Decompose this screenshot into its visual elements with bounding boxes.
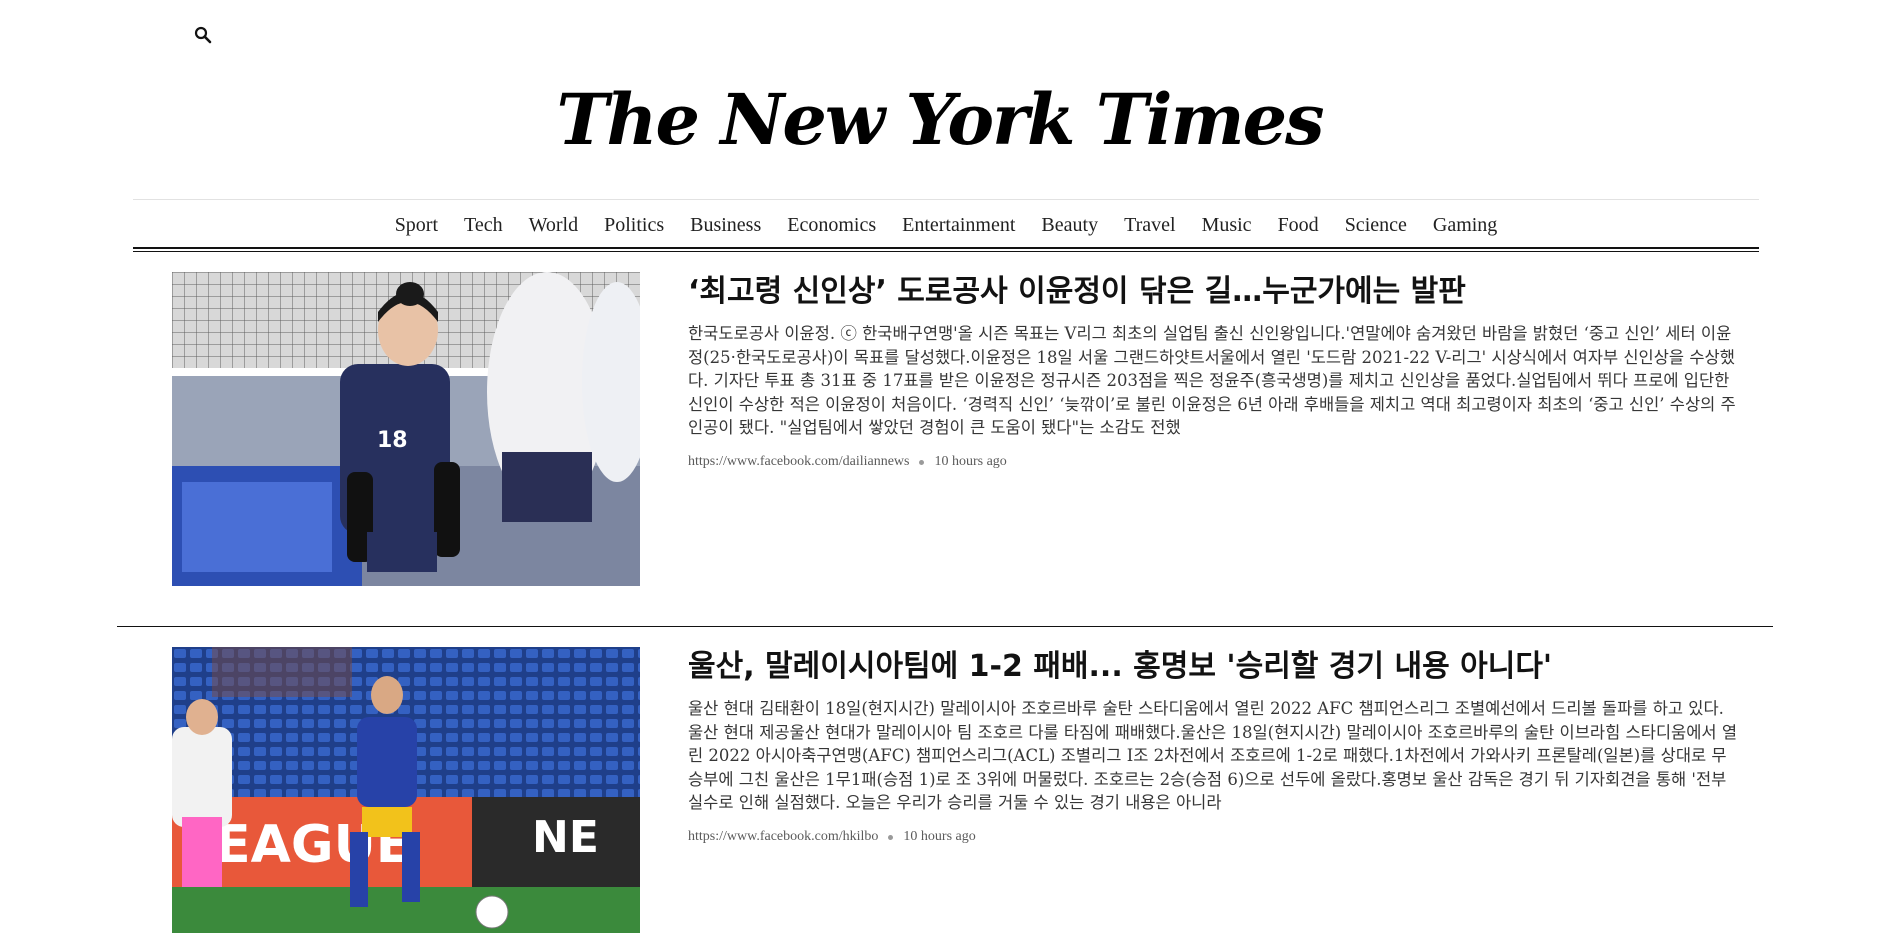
article-headline[interactable]: ‘최고령 신인상’ 도로공사 이윤정이 닦은 길…누군가에는 발판 xyxy=(688,272,1738,312)
article-meta: https://www.facebook.com/hkilbo 10 hours… xyxy=(688,829,976,845)
nav-item-food[interactable]: Food xyxy=(1265,212,1332,238)
search-icon xyxy=(194,26,212,44)
nav-item-economics[interactable]: Economics xyxy=(774,212,889,238)
search-button[interactable] xyxy=(190,22,216,48)
article-headline[interactable]: 울산, 말레이시아팀에 1-2 패배... 홍명보 '승리할 경기 내용 아니다… xyxy=(688,647,1738,687)
svg-text:NE: NE xyxy=(532,812,599,863)
volleyball-player-photo: 18 xyxy=(172,272,640,586)
article-source-link[interactable]: https://www.facebook.com/dailiannews xyxy=(688,454,909,470)
soccer-player-photo: LEAGUE NE xyxy=(172,647,640,933)
nav-double-rule xyxy=(133,247,1759,252)
article-timestamp: 10 hours ago xyxy=(934,454,1007,469)
section-nav: Sport Tech World Politics Business Econo… xyxy=(133,212,1759,238)
nav-item-business[interactable]: Business xyxy=(677,212,774,238)
nav-item-music[interactable]: Music xyxy=(1189,212,1265,238)
nav-item-beauty[interactable]: Beauty xyxy=(1028,212,1111,238)
separator-dot xyxy=(919,459,925,465)
article-summary: 한국도로공사 이윤정. ⓒ 한국배구연맹'올 시즌 목표는 V리그 최초의 실업… xyxy=(688,324,1736,437)
article-source-link[interactable]: https://www.facebook.com/hkilbo xyxy=(688,829,878,845)
nav-item-sport[interactable]: Sport xyxy=(382,212,451,238)
article-divider xyxy=(117,626,1773,627)
article-image[interactable]: LEAGUE NE xyxy=(172,647,640,933)
top-divider xyxy=(133,199,1759,200)
nav-item-politics[interactable]: Politics xyxy=(591,212,677,238)
nav-item-gaming[interactable]: Gaming xyxy=(1420,212,1510,238)
masthead: The New York Times xyxy=(0,80,1879,160)
separator-dot xyxy=(888,834,894,840)
nav-item-tech[interactable]: Tech xyxy=(451,212,516,238)
nav-item-science[interactable]: Science xyxy=(1332,212,1420,238)
article-timestamp: 10 hours ago xyxy=(903,829,976,844)
nav-item-entertainment[interactable]: Entertainment xyxy=(889,212,1028,238)
article-summary: 울산 현대 김태환이 18일(현지시간) 말레이시아 조호르바루 술탄 스타디움… xyxy=(688,699,1738,812)
nav-item-world[interactable]: World xyxy=(516,212,592,238)
site-logo[interactable]: The New York Times xyxy=(556,78,1324,161)
article-meta: https://www.facebook.com/dailiannews 10 … xyxy=(688,454,1007,470)
nav-item-travel[interactable]: Travel xyxy=(1111,212,1188,238)
news-page: The New York Times Sport Tech World Poli… xyxy=(0,0,1879,933)
svg-text:18: 18 xyxy=(377,428,408,453)
article-image[interactable]: 18 xyxy=(172,272,640,586)
